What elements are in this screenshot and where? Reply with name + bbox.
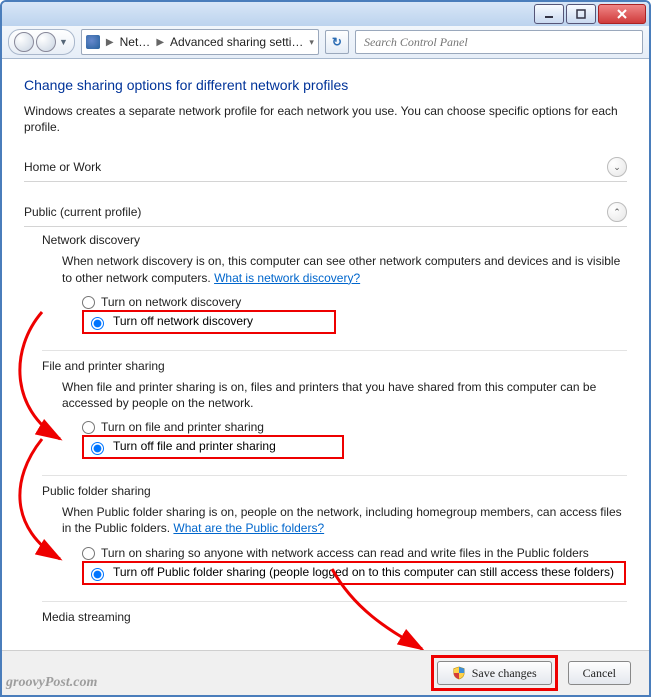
radio-public-folder-on-input[interactable] [82,547,95,560]
refresh-icon: ↻ [332,35,342,49]
watermark: groovyPost.com [2,671,649,695]
radio-file-printer-on[interactable]: Turn on file and printer sharing [82,419,627,435]
group-file-printer-title: File and printer sharing [42,350,627,373]
highlighted-option-3: Turn off Public folder sharing (people l… [82,561,626,585]
breadcrumb[interactable]: ▶ Net… ▶ Advanced sharing setti… ▾ [81,29,319,55]
network-icon [86,35,100,49]
link-what-are-public-folders[interactable]: What are the Public folders? [173,521,324,535]
radio-public-folder-off-input[interactable] [91,568,104,581]
radio-network-discovery-on-input[interactable] [82,296,95,309]
chevron-down-icon[interactable]: ⌄ [607,157,627,177]
profile-public-title: Public (current profile) [24,205,141,219]
minimize-button[interactable] [534,4,564,24]
nav-back-forward: ▼ [8,29,75,55]
chevron-up-icon[interactable]: ⌃ [607,202,627,222]
search-box[interactable] [355,30,643,54]
chevron-right-icon: ▶ [106,37,114,48]
group-media-streaming-title: Media streaming [42,601,627,624]
radio-network-discovery-off-input[interactable] [91,317,104,330]
nav-history-dropdown-icon[interactable]: ▼ [59,37,68,47]
radio-file-printer-on-input[interactable] [82,421,95,434]
public-folder-text: When Public folder sharing is on, people… [62,504,627,536]
chevron-right-icon: ▶ [156,37,164,48]
link-what-is-network-discovery[interactable]: What is network discovery? [214,271,360,285]
radio-file-printer-off-label: Turn off file and printer sharing [113,439,276,453]
radio-file-printer-off-input[interactable] [91,442,104,455]
forward-button[interactable] [36,32,56,52]
radio-network-discovery-off-label: Turn off network discovery [113,314,253,328]
profile-home-header[interactable]: Home or Work ⌄ [24,151,627,182]
content-area: Change sharing options for different net… [2,59,649,650]
search-input[interactable] [362,34,636,51]
control-panel-window: ▼ ▶ Net… ▶ Advanced sharing setti… ▾ ↻ C… [0,0,651,697]
maximize-button[interactable] [566,4,596,24]
radio-public-folder-on[interactable]: Turn on sharing so anyone with network a… [82,545,627,561]
highlighted-option-1: Turn off network discovery [82,310,336,334]
page-title: Change sharing options for different net… [24,77,627,93]
breadcrumb-dropdown-icon[interactable]: ▾ [309,37,314,48]
refresh-button[interactable]: ↻ [325,30,349,54]
highlighted-option-2: Turn off file and printer sharing [82,435,344,459]
network-discovery-text: When network discovery is on, this compu… [62,253,627,285]
breadcrumb-part-1[interactable]: Net… [120,35,151,49]
radio-network-discovery-on[interactable]: Turn on network discovery [82,294,627,310]
profile-home-title: Home or Work [24,160,101,174]
profile-public-header[interactable]: Public (current profile) ⌃ [24,196,627,227]
titlebar [2,2,649,26]
group-network-discovery-title: Network discovery [42,233,627,247]
file-printer-text: When file and printer sharing is on, fil… [62,379,627,411]
back-button[interactable] [14,32,34,52]
breadcrumb-part-2[interactable]: Advanced sharing setti… [170,35,303,49]
radio-public-folder-off-label: Turn off Public folder sharing (people l… [113,565,614,579]
navbar: ▼ ▶ Net… ▶ Advanced sharing setti… ▾ ↻ [2,26,649,59]
group-public-folder-title: Public folder sharing [42,475,627,498]
media-streaming-text [62,630,627,634]
intro-text: Windows creates a separate network profi… [24,103,627,135]
close-button[interactable] [598,4,646,24]
